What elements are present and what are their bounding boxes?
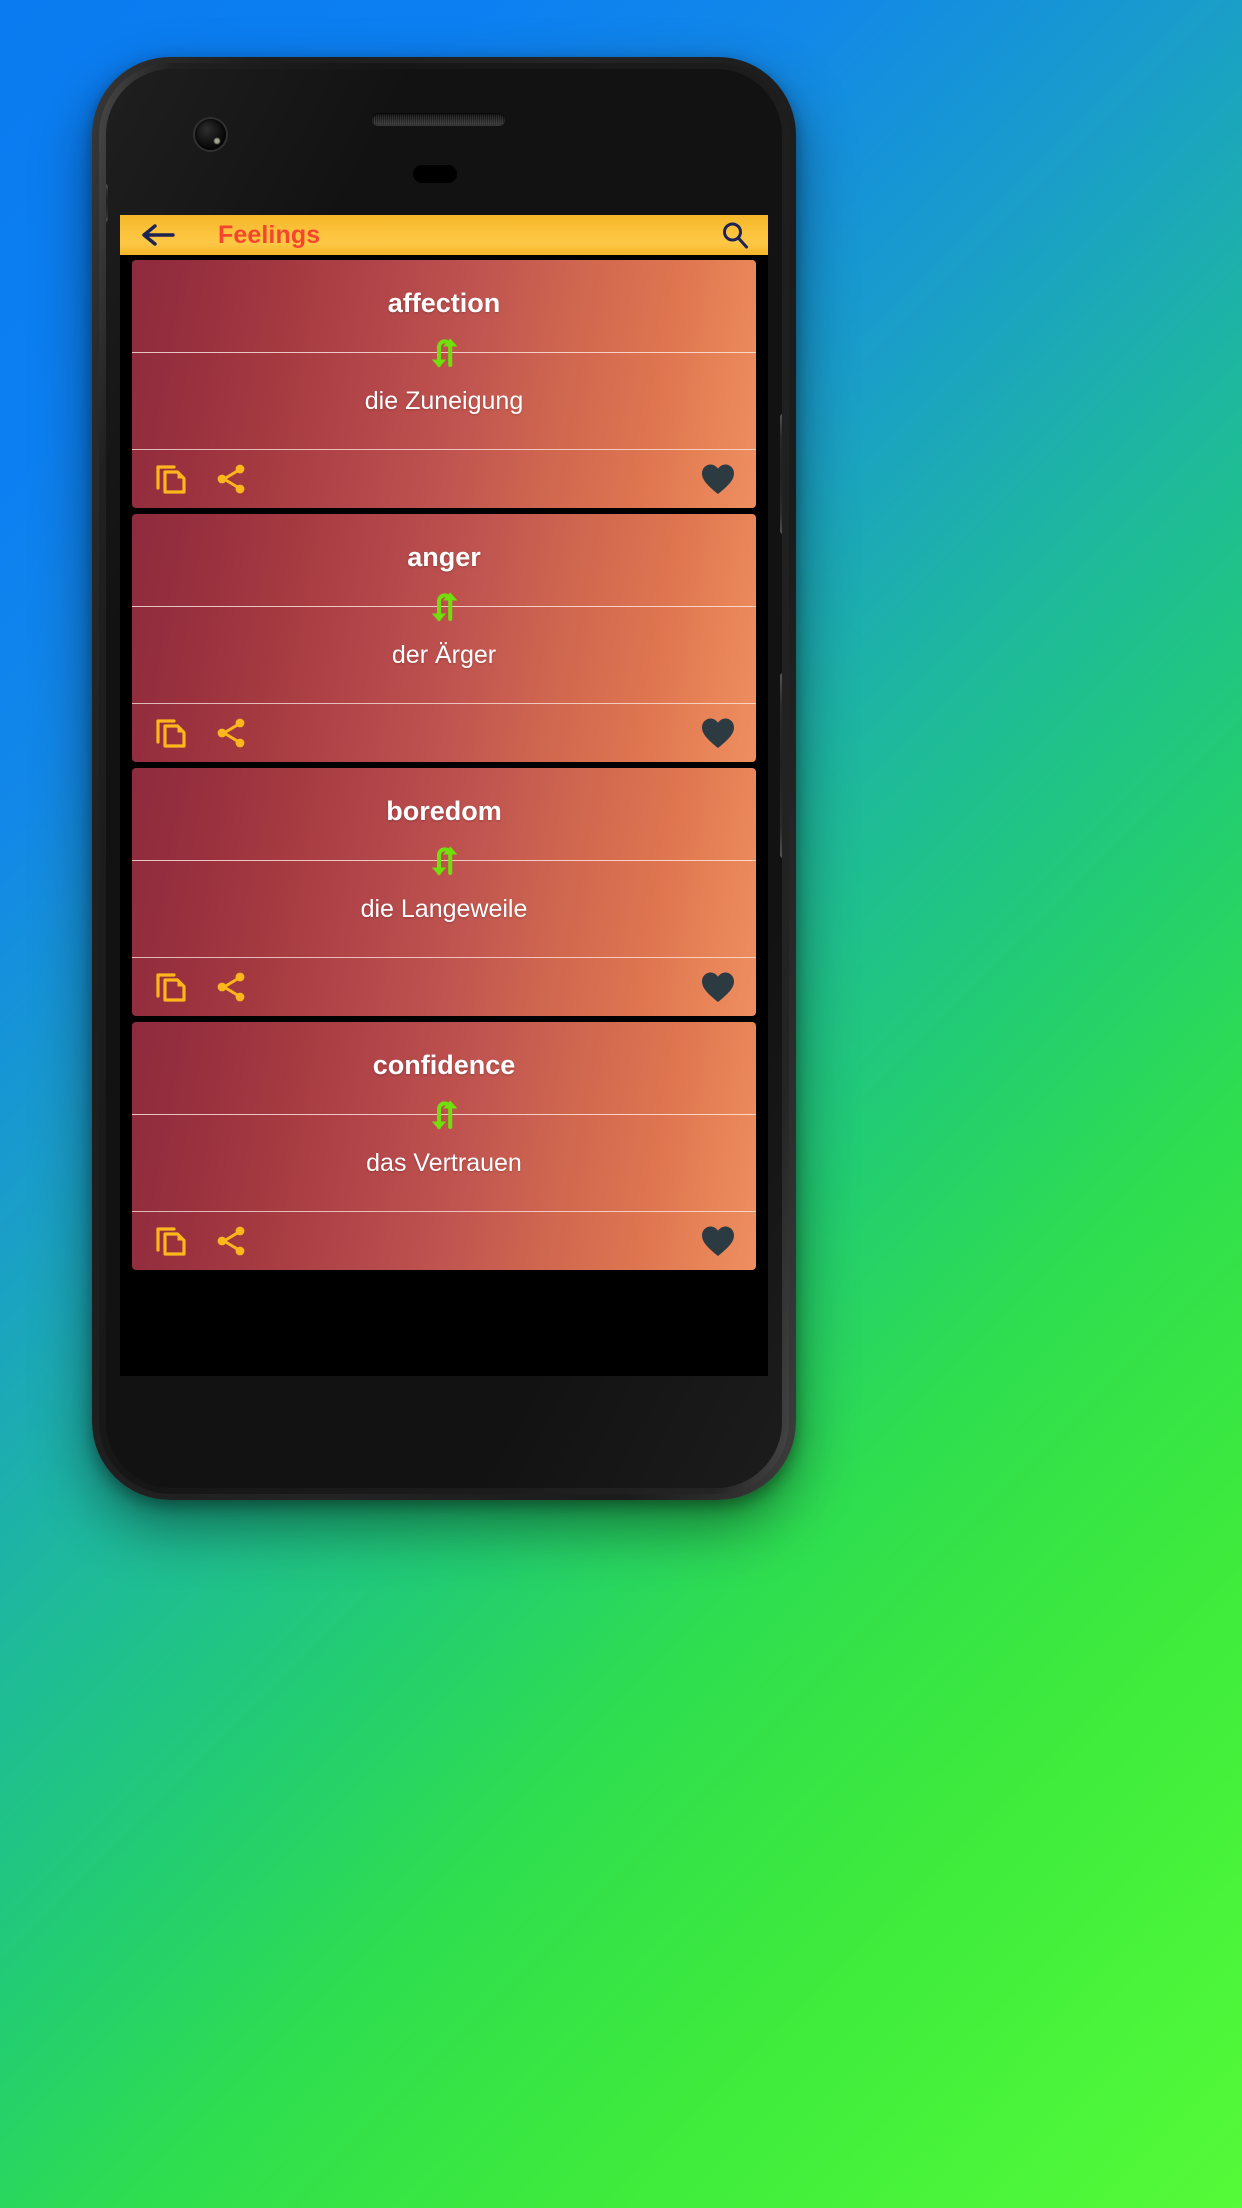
word-card[interactable]: affection die Zuneigung — [132, 260, 756, 508]
share-icon — [217, 1226, 245, 1256]
swap-button[interactable] — [416, 333, 472, 373]
share-button[interactable] — [212, 968, 250, 1006]
swap-button[interactable] — [416, 1095, 472, 1135]
copy-icon — [156, 1227, 186, 1256]
copy-icon — [156, 465, 186, 494]
share-icon — [217, 718, 245, 748]
card-actions — [132, 1212, 756, 1270]
share-icon — [217, 972, 245, 1002]
heart-filled-icon — [702, 972, 734, 1002]
word-card[interactable]: anger der Ärger — [132, 514, 756, 762]
swap-button[interactable] — [416, 841, 472, 881]
copy-icon — [156, 973, 186, 1002]
page-title: Feelings — [218, 220, 321, 249]
screenshot-stage: Feelings affection die Zuneigung anger d… — [0, 0, 1242, 2208]
share-button[interactable] — [212, 1222, 250, 1260]
phone-body: Feelings affection die Zuneigung anger d… — [106, 69, 782, 1488]
swap-vertical-icon — [431, 846, 458, 876]
word-card[interactable]: boredom die Langeweile — [132, 768, 756, 1016]
card-actions — [132, 450, 756, 508]
swap-vertical-icon — [431, 1100, 458, 1130]
heart-filled-icon — [702, 718, 734, 748]
heart-filled-icon — [702, 1226, 734, 1256]
favorite-button[interactable] — [700, 970, 736, 1004]
copy-icon — [156, 719, 186, 748]
share-icon — [217, 464, 245, 494]
swap-button[interactable] — [416, 587, 472, 627]
swap-vertical-icon — [431, 592, 458, 622]
app-bar: Feelings — [120, 215, 768, 255]
favorite-button[interactable] — [700, 716, 736, 750]
copy-button[interactable] — [152, 714, 190, 752]
search-button[interactable] — [720, 220, 750, 250]
side-notch — [106, 184, 108, 222]
card-divider — [132, 846, 756, 876]
favorite-button[interactable] — [700, 462, 736, 496]
power-button[interactable] — [780, 673, 782, 858]
search-icon — [723, 222, 748, 249]
word-list: affection die Zuneigung anger der Ärger … — [120, 260, 768, 1270]
card-actions — [132, 958, 756, 1016]
earpiece-speaker — [372, 113, 505, 125]
phone-device: Feelings affection die Zuneigung anger d… — [92, 57, 796, 1500]
card-divider — [132, 592, 756, 622]
card-actions — [132, 704, 756, 762]
share-button[interactable] — [212, 714, 250, 752]
copy-button[interactable] — [152, 460, 190, 498]
card-divider — [132, 338, 756, 368]
card-divider — [132, 1100, 756, 1130]
word-card[interactable]: confidence das Vertrauen — [132, 1022, 756, 1270]
swap-vertical-icon — [431, 338, 458, 368]
heart-filled-icon — [702, 464, 734, 494]
front-camera — [195, 119, 226, 150]
arrow-left-icon — [142, 224, 175, 246]
copy-button[interactable] — [152, 968, 190, 1006]
copy-button[interactable] — [152, 1222, 190, 1260]
back-button[interactable] — [142, 222, 176, 248]
volume-button[interactable] — [780, 414, 782, 534]
favorite-button[interactable] — [700, 1224, 736, 1258]
share-button[interactable] — [212, 460, 250, 498]
proximity-sensor — [413, 165, 457, 183]
phone-screen: Feelings affection die Zuneigung anger d… — [120, 215, 768, 1376]
